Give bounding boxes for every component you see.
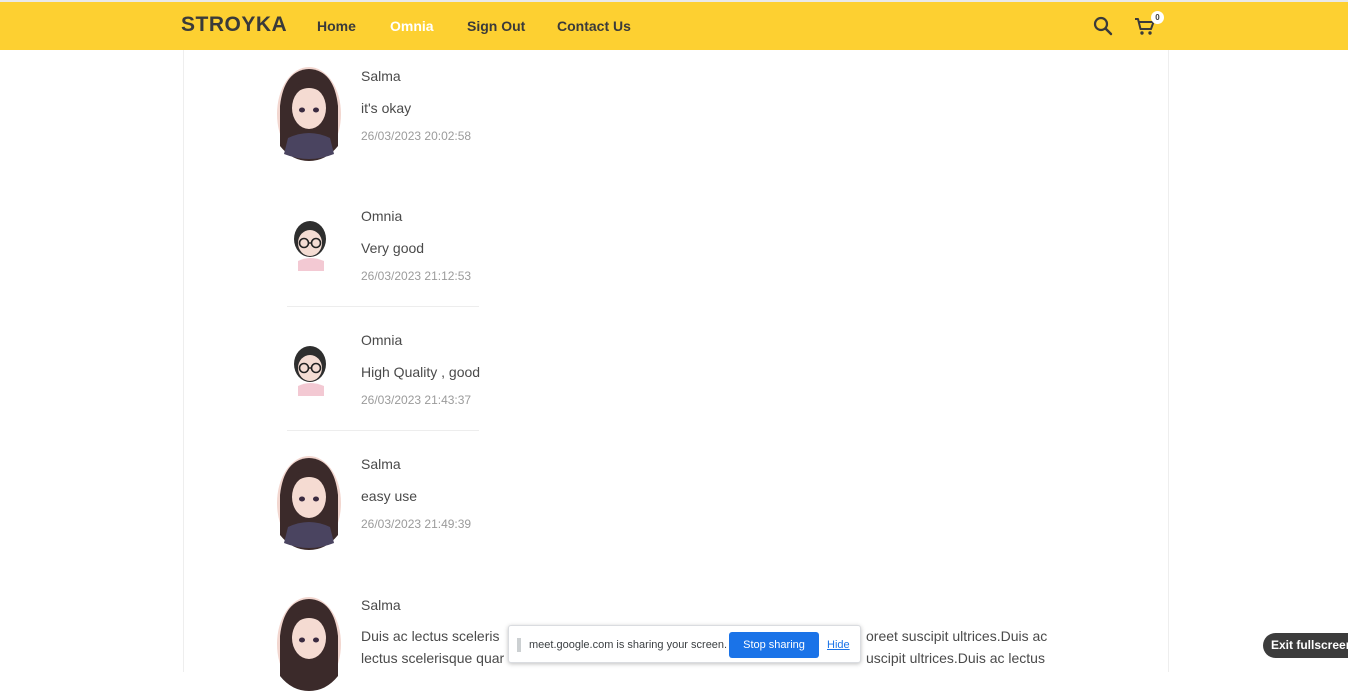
- glasses-avatar: [294, 346, 326, 396]
- review-text: High Quality , good: [361, 364, 481, 380]
- reviewer-name: Omnia: [361, 332, 403, 348]
- hide-link[interactable]: Hide: [827, 639, 850, 651]
- review-text: easy use: [361, 488, 418, 504]
- review-text-line1: Duis ac lectus sceleris: [361, 628, 500, 644]
- navbar: STROYKA Home Omnia Sign Out Contact Us 0: [0, 2, 1348, 50]
- screen-share-bar: meet.google.com is sharing your screen. …: [508, 625, 861, 663]
- girl-avatar: [277, 597, 341, 691]
- girl-avatar: [277, 456, 341, 550]
- reviewer-name: Salma: [361, 597, 401, 613]
- review-text-line1-end: oreet suscipit ultrices.Duis ac: [866, 628, 1048, 644]
- review-date: 26/03/2023 21:43:37: [361, 393, 472, 407]
- nav-link-omnia[interactable]: Omnia: [390, 18, 434, 34]
- logo[interactable]: STROYKA: [181, 13, 287, 37]
- search-icon[interactable]: [1093, 16, 1113, 36]
- review-date: 26/03/2023 20:02:58: [361, 129, 472, 143]
- share-message: meet.google.com is sharing your screen.: [529, 639, 728, 651]
- review-date: 26/03/2023 21:49:39: [361, 517, 472, 531]
- review-text: Very good: [361, 240, 425, 256]
- glasses-avatar: [294, 221, 326, 271]
- nav-link-home[interactable]: Home: [317, 18, 356, 34]
- exit-fullscreen-button[interactable]: Exit fullscreen: [1263, 633, 1348, 658]
- girl-avatar: [277, 67, 341, 161]
- stop-sharing-button[interactable]: Stop sharing: [729, 632, 819, 658]
- review-text: it's okay: [361, 100, 412, 116]
- nav-link-contact-us[interactable]: Contact Us: [557, 18, 631, 34]
- reviewer-name: Salma: [361, 68, 401, 84]
- review-divider: [287, 430, 479, 431]
- drag-handle-icon[interactable]: [517, 638, 521, 652]
- cart-count-badge: 0: [1151, 11, 1164, 24]
- reviewer-name: Omnia: [361, 208, 403, 224]
- review-text-line2: lectus scelerisque quar: [361, 650, 505, 666]
- review-text-line2-end: uscipit ultrices.Duis ac lectus: [866, 650, 1045, 666]
- review-divider: [287, 306, 479, 307]
- nav-link-sign-out[interactable]: Sign Out: [467, 18, 525, 34]
- review-date: 26/03/2023 21:12:53: [361, 269, 472, 283]
- reviewer-name: Salma: [361, 456, 401, 472]
